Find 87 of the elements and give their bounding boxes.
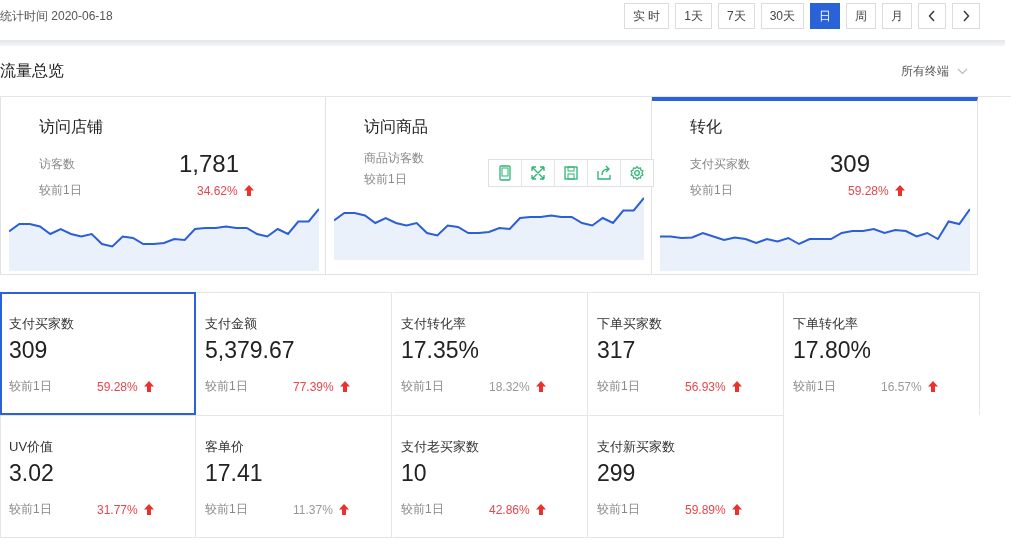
card-title: 访问商品 [364,117,429,137]
section-title: 流量总览 [0,60,64,81]
change-percent: 34.62% [197,183,238,198]
metric-card[interactable]: 下单转化率 17.80% 较前1日 16.57% [784,292,980,415]
up-arrow-icon [894,185,905,196]
card-title: 访问店铺 [39,117,104,137]
metric-card[interactable]: 支付新买家数 299 较前1日 59.89% [588,415,784,538]
metric-card[interactable]: 支付转化率 17.35% 较前1日 18.32% [392,292,588,415]
previous-button[interactable] [918,3,946,29]
metric-label: 商品访客数 [364,150,425,167]
up-arrow-icon [338,504,349,515]
metric-label: 访客数 [39,155,76,173]
metric-label: 支付金额 [205,315,258,333]
compare-label: 较前1日 [597,378,641,395]
range-tab[interactable]: 30天 [760,3,804,29]
metric-label: 支付买家数 [9,315,75,333]
range-tab[interactable]: 日 [810,3,840,29]
compare-label: 较前1日 [597,501,641,518]
up-arrow-icon [731,504,742,515]
compare-label: 较前1日 [690,182,734,199]
metric-value: 309 [9,337,49,364]
metric-label: 下单买家数 [597,315,663,333]
metric-card[interactable]: 支付买家数 309 较前1日 59.28% [0,292,196,415]
up-arrow-icon [339,381,350,392]
metric-label: 支付老买家数 [401,438,480,456]
range-tab[interactable]: 1天 [675,3,712,29]
range-tab[interactable]: 实 时 [623,3,670,29]
up-arrow-icon [535,504,546,515]
compare-label: 较前1日 [9,378,53,395]
compare-label: 较前1日 [39,182,83,199]
overview-card[interactable]: 访问店铺 访客数 1,781 较前1日 34.62% [0,97,326,275]
metric-card[interactable]: UV价值 3.02 较前1日 31.77% [0,415,196,538]
range-tab[interactable]: 7天 [717,3,755,29]
up-arrow-icon [143,504,154,515]
change-percent: 31.77% [97,502,138,517]
metric-label: 客单价 [205,438,245,456]
metric-value: 3.02 [9,460,55,487]
compare-label: 较前1日 [401,378,445,395]
metric-value: 17.80% [793,337,872,364]
next-button[interactable] [952,3,980,29]
metric-label: 支付新买家数 [597,438,676,456]
range-tab[interactable]: 周 [846,3,876,29]
compare-label: 较前1日 [793,378,837,395]
card-title: 转化 [690,117,723,137]
chevron-right-icon [962,10,970,22]
metric-card[interactable]: 支付金额 5,379.67 较前1日 77.39% [196,292,392,415]
change-percent: 56.93% [685,379,726,394]
overview-card[interactable]: 访问商品 商品访客数 较前1日 [326,97,652,275]
compare-label: 较前1日 [401,501,445,518]
chevron-down-icon [957,67,968,75]
up-arrow-icon [731,381,742,392]
up-arrow-icon [143,381,154,392]
compare-label: 较前1日 [205,378,249,395]
metric-value: 299 [597,460,637,487]
stat-date: 统计时间 2020-06-18 [0,8,113,25]
metric-card[interactable]: 支付老买家数 10 较前1日 42.86% [392,415,588,538]
metric-label: 支付转化率 [401,315,467,333]
metric-value: 317 [597,337,637,364]
metric-value: 17.35% [401,337,480,364]
compare-label: 较前1日 [205,501,249,518]
up-arrow-icon [243,185,254,196]
change-percent: 16.57% [881,379,922,394]
compare-label: 较前1日 [9,501,53,518]
change-percent: 18.32% [489,379,530,394]
metric-label: UV价值 [9,438,55,456]
metric-value: 1,781 [179,150,241,178]
compare-label: 较前1日 [364,171,408,188]
change-percent: 77.39% [293,379,334,394]
metric-value: 309 [830,150,872,178]
change-percent: 59.28% [97,379,138,394]
metric-label: 支付买家数 [690,155,751,173]
up-arrow-icon [927,381,938,392]
change-percent: 59.89% [685,502,726,517]
overview-card[interactable]: 转化 支付买家数 309 较前1日 59.28% [652,97,978,275]
metric-value: 5,379.67 [205,337,296,364]
change-percent: 59.28% [848,183,889,198]
chevron-left-icon [928,10,936,22]
change-percent: 11.37% [293,502,333,517]
metric-value: 17.41 [205,460,264,487]
change-percent: 42.86% [489,502,530,517]
range-tab[interactable]: 月 [882,3,912,29]
metric-value: 10 [401,460,428,487]
metric-card[interactable]: 客单价 17.41 较前1日 11.37% [196,415,392,538]
terminal-dropdown[interactable]: 所有终端 [901,62,968,80]
metric-card[interactable]: 下单买家数 317 较前1日 56.93% [588,292,784,415]
up-arrow-icon [535,381,546,392]
metric-label: 下单转化率 [793,315,859,333]
